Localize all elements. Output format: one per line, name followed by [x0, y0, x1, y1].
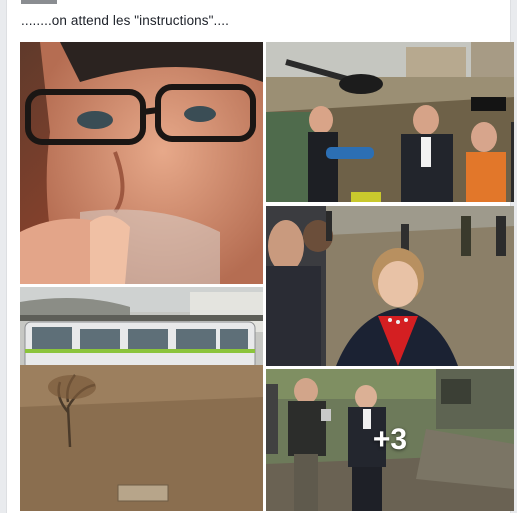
photo-man-glasses[interactable]	[20, 42, 263, 284]
more-photos-count: +3	[372, 423, 408, 456]
photo-tram-flood-image	[20, 287, 263, 511]
news-feed-post: ........on attend les "instructions"....	[6, 0, 514, 513]
photo-tram-flood[interactable]	[20, 287, 263, 511]
photo-merkel-flood-image	[266, 206, 514, 366]
post-caption: ........on attend les "instructions"....	[21, 13, 229, 28]
photo-merkel-flood[interactable]	[266, 206, 514, 366]
photo-hollande-flood[interactable]: +3	[266, 369, 514, 511]
photo-press-flood-street-image	[266, 42, 514, 202]
more-photos-overlay[interactable]: +3	[266, 369, 514, 511]
photo-press-flood-street[interactable]	[266, 42, 514, 202]
avatar[interactable]	[21, 0, 57, 4]
photo-man-glasses-image	[20, 42, 263, 284]
